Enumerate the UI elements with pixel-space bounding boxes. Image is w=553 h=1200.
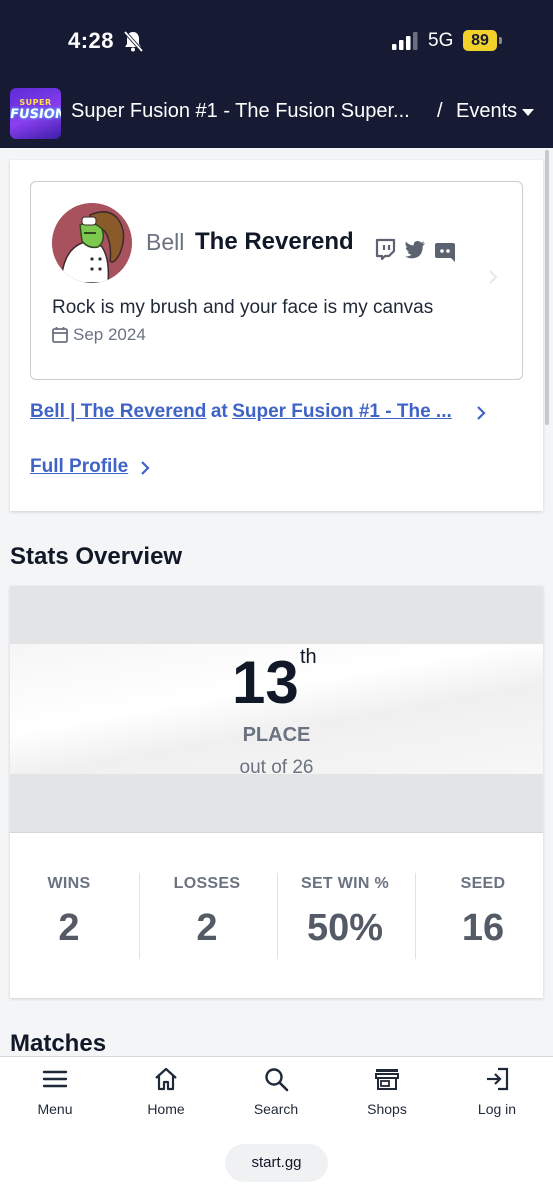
player-bio: Rock is my brush and your face is my can… xyxy=(52,297,434,318)
nav-login[interactable]: Log in xyxy=(447,1066,547,1117)
chevron-right-icon[interactable] xyxy=(140,461,150,475)
battery-level: 89 xyxy=(463,30,497,51)
nav-shops[interactable]: Shops xyxy=(337,1066,437,1117)
placement-total: out of 26 xyxy=(239,757,314,778)
entrant-name-link[interactable]: Bell | The Reverend xyxy=(30,401,206,422)
avatar xyxy=(52,203,132,283)
player-gamertag: The Reverend xyxy=(195,228,354,255)
nav-menu[interactable]: Menu xyxy=(5,1066,105,1117)
stat-label: SEED xyxy=(460,875,506,892)
entrant-event-link[interactable]: Super Fusion #1 - The ... xyxy=(232,401,452,422)
stat-seed: SEED 16 xyxy=(414,875,552,950)
stats-heading: Stats Overview xyxy=(10,543,183,570)
nav-label: Menu xyxy=(37,1101,73,1117)
chevron-right-icon[interactable] xyxy=(476,406,486,420)
menu-icon xyxy=(42,1070,68,1088)
app-header xyxy=(0,0,553,148)
stat-value: 2 xyxy=(58,907,80,949)
search-icon xyxy=(265,1068,289,1092)
stat-set-win: SET WIN % 50% xyxy=(276,875,414,950)
stat-label: SET WIN % xyxy=(300,875,390,892)
full-profile-link[interactable]: Full Profile xyxy=(30,456,128,478)
twitter-icon[interactable] xyxy=(404,238,426,260)
player-prefix: Bell xyxy=(146,229,185,255)
signal-icon xyxy=(392,32,418,50)
tournament-title[interactable]: Super Fusion #1 - The Fusion Super... xyxy=(71,100,416,123)
shop-icon xyxy=(375,1069,399,1090)
entrant-link[interactable]: Bell | The Reverend at Super Fusion #1 -… xyxy=(30,401,470,423)
status-time: 4:28 xyxy=(68,28,115,53)
nav-label: Shops xyxy=(367,1101,407,1117)
discord-icon[interactable] xyxy=(434,241,456,263)
stat-value: 16 xyxy=(461,907,505,949)
login-icon xyxy=(487,1067,509,1091)
nav-label: Home xyxy=(147,1101,185,1117)
calendar-icon xyxy=(52,327,68,343)
divider xyxy=(10,832,543,833)
stat-value: 2 xyxy=(196,907,218,949)
nav-home[interactable]: Home xyxy=(116,1066,216,1117)
nav-search[interactable]: Search xyxy=(226,1066,326,1117)
chevron-right-icon xyxy=(489,270,498,284)
events-dropdown[interactable]: Events xyxy=(456,100,517,123)
home-icon xyxy=(155,1067,177,1091)
stat-wins: WINS 2 xyxy=(0,875,138,950)
breadcrumb-separator: / xyxy=(437,100,443,122)
placement-suffix: th xyxy=(300,646,317,668)
stat-label: WINS xyxy=(47,875,91,892)
entrant-at: at xyxy=(210,401,228,422)
chevron-down-icon[interactable] xyxy=(522,109,534,116)
scrollbar[interactable] xyxy=(545,150,549,425)
tournament-logo[interactable]: SUPER FUSION xyxy=(10,88,61,139)
nav-label: Log in xyxy=(477,1101,517,1117)
stat-losses: LOSSES 2 xyxy=(138,875,276,950)
placement-number: 13 xyxy=(232,649,299,716)
twitch-icon[interactable] xyxy=(374,238,396,260)
stat-value: 50% xyxy=(306,907,384,949)
url-pill[interactable]: start.gg xyxy=(225,1144,328,1182)
bell-off-icon xyxy=(123,30,143,52)
joined-date: Sep 2024 xyxy=(73,325,146,344)
battery-icon: 89 xyxy=(463,30,503,52)
network-label: 5G xyxy=(428,30,454,51)
placement-label: PLACE xyxy=(242,724,311,746)
stat-label: LOSSES xyxy=(173,875,241,892)
matches-heading: Matches xyxy=(10,1030,107,1057)
nav-label: Search xyxy=(253,1101,299,1117)
